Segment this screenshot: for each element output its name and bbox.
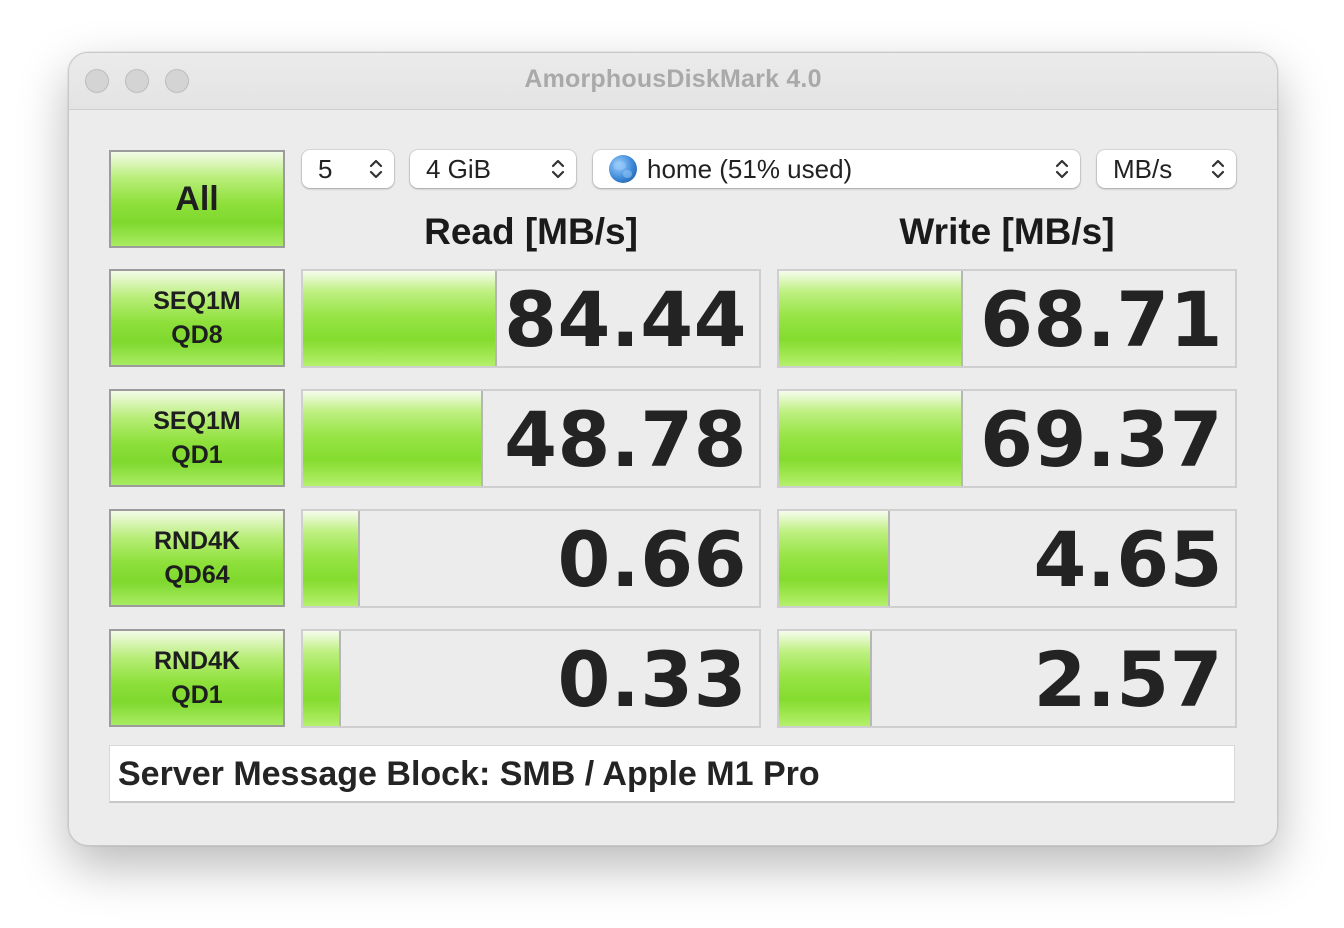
test-label: SEQ1M QD1 bbox=[153, 404, 241, 472]
read-result-cell: 48.78 bbox=[301, 389, 761, 488]
read-result-value: 0.33 bbox=[557, 635, 747, 724]
write-result-value: 68.71 bbox=[980, 275, 1223, 364]
run-all-label: All bbox=[175, 180, 219, 218]
read-result-value: 48.78 bbox=[504, 395, 747, 484]
read-result-bar bbox=[303, 391, 483, 486]
write-result-cell: 2.57 bbox=[777, 629, 1237, 728]
test-label: RND4K QD1 bbox=[154, 644, 240, 712]
app-window: AmorphousDiskMark 4.0 All 5 4 GiB home (… bbox=[68, 52, 1278, 846]
network-globe-icon bbox=[609, 154, 637, 183]
test-size-value: 4 GiB bbox=[426, 154, 492, 184]
test-label-line1: SEQ1M bbox=[153, 287, 241, 315]
up-down-chevron-icon bbox=[551, 159, 565, 179]
test-label: SEQ1M QD8 bbox=[153, 284, 241, 352]
read-result-bar bbox=[303, 511, 360, 606]
write-result-value: 69.37 bbox=[980, 395, 1223, 484]
read-result-value: 0.66 bbox=[557, 515, 747, 604]
write-result-cell: 68.71 bbox=[777, 269, 1237, 368]
comment-field[interactable]: Server Message Block: SMB / Apple M1 Pro bbox=[109, 745, 1235, 803]
test-label-line2: QD1 bbox=[171, 441, 223, 469]
write-result-bar bbox=[779, 631, 873, 726]
target-drive-value: home (51% used) bbox=[647, 154, 853, 184]
target-drive-select[interactable]: home (51% used) bbox=[593, 150, 1080, 188]
write-result-value: 4.65 bbox=[1033, 515, 1223, 604]
window-title: AmorphousDiskMark 4.0 bbox=[524, 65, 822, 93]
test-label-line2: QD64 bbox=[164, 561, 230, 589]
run-all-button[interactable]: All bbox=[109, 150, 285, 248]
write-result-cell: 4.65 bbox=[777, 509, 1237, 608]
read-result-cell: 84.44 bbox=[301, 269, 761, 368]
test-count-select[interactable]: 5 bbox=[302, 150, 394, 188]
write-result-cell: 69.37 bbox=[777, 389, 1237, 488]
read-column-header: Read [MB/s] bbox=[424, 211, 638, 252]
write-result-bar bbox=[779, 271, 964, 366]
write-column-header: Write [MB/s] bbox=[899, 211, 1115, 252]
test-label: RND4K QD64 bbox=[154, 524, 240, 592]
test-label-line1: RND4K bbox=[153, 647, 241, 675]
run-rnd4k-qd1-button[interactable]: RND4K QD1 bbox=[109, 629, 285, 727]
read-result-cell: 0.66 bbox=[301, 509, 761, 608]
up-down-chevron-icon bbox=[369, 159, 383, 179]
test-label-line1: SEQ1M bbox=[153, 407, 241, 435]
read-result-bar bbox=[303, 631, 342, 726]
up-down-chevron-icon bbox=[1055, 159, 1069, 179]
test-count-value: 5 bbox=[318, 154, 333, 184]
test-label-line1: RND4K bbox=[153, 527, 241, 555]
write-result-value: 2.57 bbox=[1033, 635, 1223, 724]
test-label-line2: QD8 bbox=[171, 321, 223, 349]
run-seq1m-qd8-button[interactable]: SEQ1M QD8 bbox=[109, 269, 285, 367]
write-result-bar bbox=[779, 511, 891, 606]
unit-select[interactable]: MB/s bbox=[1097, 150, 1236, 188]
unit-value: MB/s bbox=[1113, 154, 1173, 184]
run-rnd4k-qd64-button[interactable]: RND4K QD64 bbox=[109, 509, 285, 607]
up-down-chevron-icon bbox=[1211, 159, 1225, 179]
read-result-bar bbox=[303, 271, 497, 366]
read-result-cell: 0.33 bbox=[301, 629, 761, 728]
test-label-line2: QD1 bbox=[171, 681, 223, 709]
run-seq1m-qd1-button[interactable]: SEQ1M QD1 bbox=[109, 389, 285, 487]
title-bar: AmorphousDiskMark 4.0 bbox=[69, 53, 1277, 110]
write-result-bar bbox=[779, 391, 964, 486]
read-result-value: 84.44 bbox=[504, 275, 747, 364]
test-size-select[interactable]: 4 GiB bbox=[410, 150, 576, 188]
